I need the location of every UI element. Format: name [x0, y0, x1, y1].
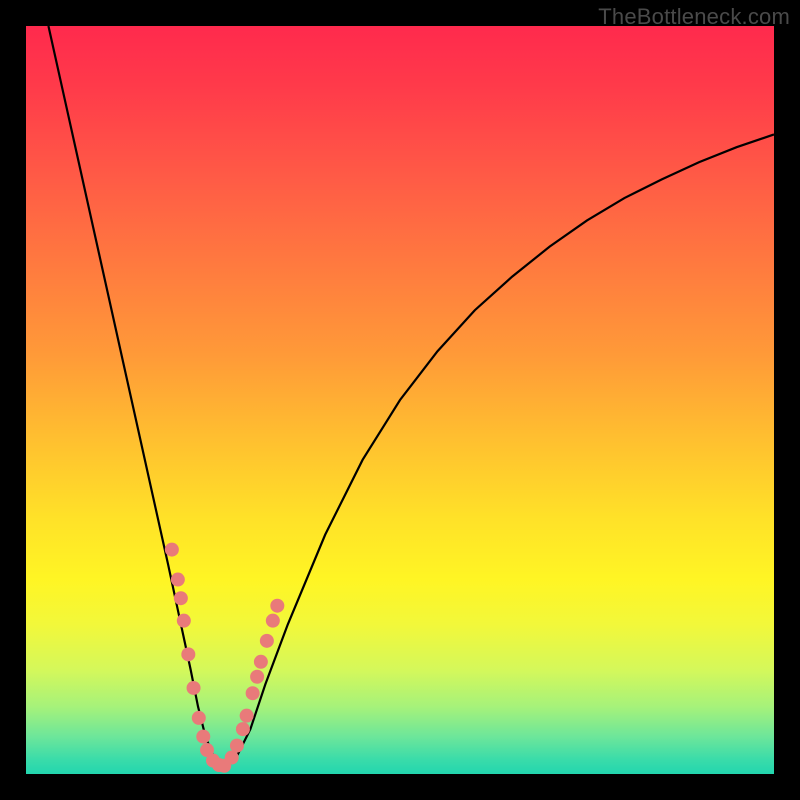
marker-dot: [225, 751, 239, 765]
marker-group: [165, 543, 284, 773]
marker-dot: [181, 647, 195, 661]
marker-dot: [260, 634, 274, 648]
marker-dot: [254, 655, 268, 669]
marker-dot: [246, 686, 260, 700]
marker-dot: [230, 739, 244, 753]
marker-dot: [196, 730, 210, 744]
marker-dot: [171, 573, 185, 587]
marker-dot: [187, 681, 201, 695]
marker-dot: [270, 599, 284, 613]
marker-dot: [174, 591, 188, 605]
marker-dot: [165, 543, 179, 557]
marker-dot: [240, 709, 254, 723]
marker-dot: [236, 722, 250, 736]
chart-frame: TheBottleneck.com: [0, 0, 800, 800]
marker-dot: [250, 670, 264, 684]
plot-area: [26, 26, 774, 774]
marker-dot: [266, 614, 280, 628]
bottleneck-curve: [48, 26, 774, 766]
chart-svg: [26, 26, 774, 774]
marker-dot: [177, 614, 191, 628]
marker-dot: [192, 711, 206, 725]
